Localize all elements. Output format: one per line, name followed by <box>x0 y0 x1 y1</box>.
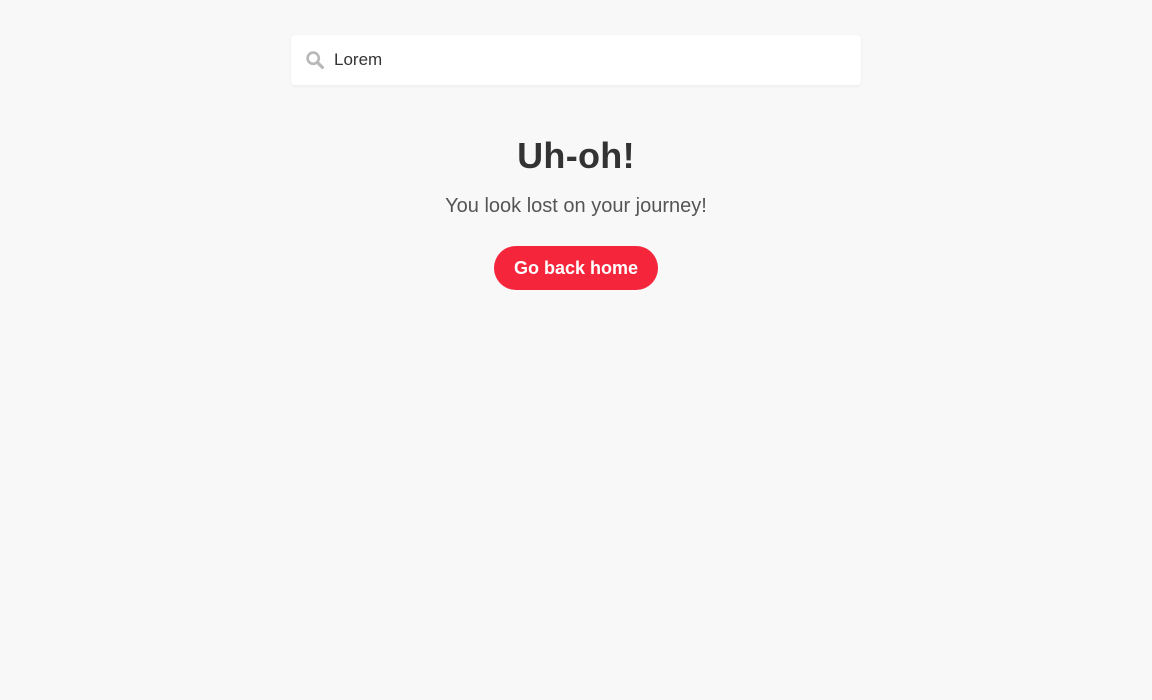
search-icon[interactable] <box>306 51 324 69</box>
error-page: Uh-oh! You look lost on your journey! Go… <box>0 0 1152 700</box>
search-bar[interactable] <box>291 35 861 85</box>
go-back-home-button[interactable]: Go back home <box>493 246 659 290</box>
error-content: Uh-oh! You look lost on your journey! Go… <box>0 132 1152 290</box>
error-title: Uh-oh! <box>517 135 635 176</box>
search-input[interactable] <box>334 35 844 85</box>
error-message: You look lost on your journey! <box>445 195 707 217</box>
